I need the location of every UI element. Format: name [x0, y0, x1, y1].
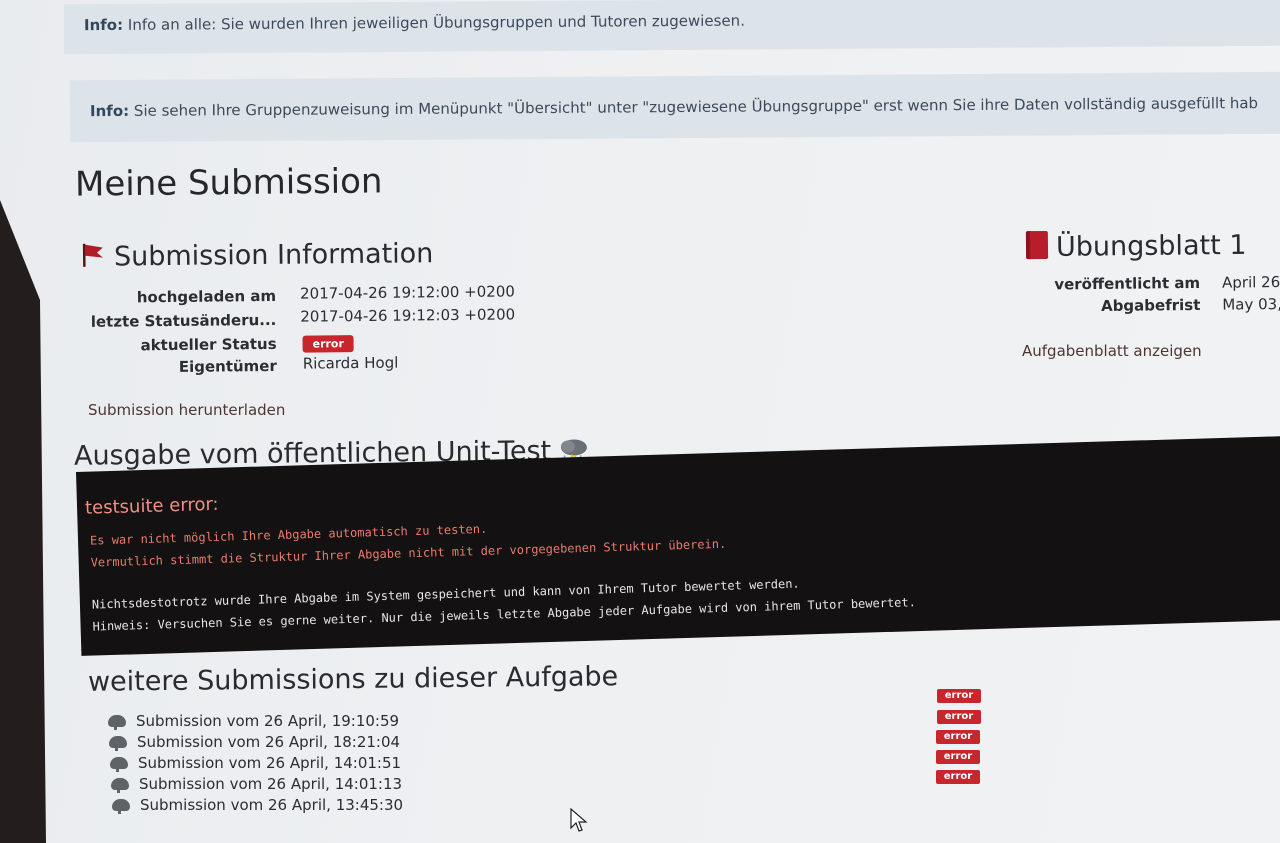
submission-link[interactable]: Submission vom 26 April, 14:01:51 — [138, 754, 401, 772]
cloud-icon — [112, 799, 130, 814]
value-uploaded: 2017-04-26 19:12:00 +0200 — [299, 282, 515, 303]
info-text: Info an alle: Sie wurden Ihren jeweilige… — [127, 11, 746, 34]
status-badge: error — [302, 335, 354, 353]
list-item[interactable]: Submission vom 26 April, 19:10:59 — [108, 712, 399, 730]
book-icon — [1025, 230, 1049, 260]
key-deadline: Abgabefrist — [1100, 295, 1201, 315]
info-text: Sie sehen Ihre Gruppenzuweisung im Menüp… — [133, 93, 1259, 120]
output-line: Es war nicht möglich Ihre Abgabe automat… — [89, 521, 488, 548]
value-deadline: May 03, — [1222, 295, 1280, 314]
page-title: Meine Submission — [74, 161, 383, 205]
list-item[interactable]: Submission vom 26 April, 18:21:04 — [109, 733, 400, 751]
status-badge: error — [937, 710, 981, 724]
key-current-status: aktueller Status — [140, 334, 277, 355]
unit-test-output: testsuite error: Es war nicht möglich Ih… — [76, 435, 1280, 656]
key-published: veröffentlicht am — [1054, 273, 1201, 294]
cloud-icon — [111, 778, 129, 793]
screen: Info: Info an alle: Sie wurden Ihren jew… — [0, 0, 1280, 843]
info-banner-2: Info: Sie sehen Ihre Gruppenzuweisung im… — [69, 71, 1280, 143]
info-label: Info: — [89, 101, 130, 121]
list-item[interactable]: Submission vom 26 April, 13:45:30 — [112, 796, 403, 814]
status-badge: error — [936, 770, 980, 784]
info-label: Info: — [83, 15, 124, 35]
submission-link[interactable]: Submission vom 26 April, 18:21:04 — [137, 733, 400, 751]
key-owner: Eigentümer — [178, 356, 277, 376]
status-badge: error — [936, 730, 980, 744]
submission-info-label: Submission Information — [113, 238, 434, 273]
sheet-title-label: Übungsblatt 1 — [1055, 229, 1247, 263]
value-owner: Ricarda Hogl — [302, 353, 399, 373]
mouse-cursor-icon — [570, 808, 588, 832]
value-published: April 26, — [1221, 273, 1280, 292]
status-badge: error — [936, 750, 980, 764]
submission-link[interactable]: Submission vom 26 April, 19:10:59 — [136, 712, 399, 730]
key-uploaded: hochgeladen am — [136, 286, 277, 307]
cloud-icon — [108, 715, 126, 730]
flag-icon — [82, 243, 104, 267]
show-sheet-link[interactable]: Aufgabenblatt anzeigen — [1022, 342, 1202, 360]
cloud-icon — [109, 736, 127, 751]
download-submission-link[interactable]: Submission herunterladen — [88, 401, 285, 419]
cloud-icon — [110, 757, 128, 772]
submission-link[interactable]: Submission vom 26 April, 14:01:13 — [139, 775, 402, 793]
submission-info-title: Submission Information — [80, 238, 434, 273]
value-status-change: 2017-04-26 19:12:03 +0200 — [300, 305, 516, 326]
testsuite-error-heading: testsuite error: — [84, 493, 219, 519]
status-badge: error — [937, 689, 981, 703]
sheet-title: Übungsblatt 1 — [1025, 229, 1247, 263]
key-status-change: letzte Statusänderu... — [90, 310, 277, 331]
list-item[interactable]: Submission vom 26 April, 14:01:51 — [110, 754, 401, 772]
list-item[interactable]: Submission vom 26 April, 14:01:13 — [111, 775, 402, 793]
submission-link[interactable]: Submission vom 26 April, 13:45:30 — [140, 796, 403, 814]
other-submissions-title: weitere Submissions zu dieser Aufgabe — [87, 661, 619, 698]
info-banner-1: Info: Info an alle: Sie wurden Ihren jew… — [63, 0, 1280, 55]
